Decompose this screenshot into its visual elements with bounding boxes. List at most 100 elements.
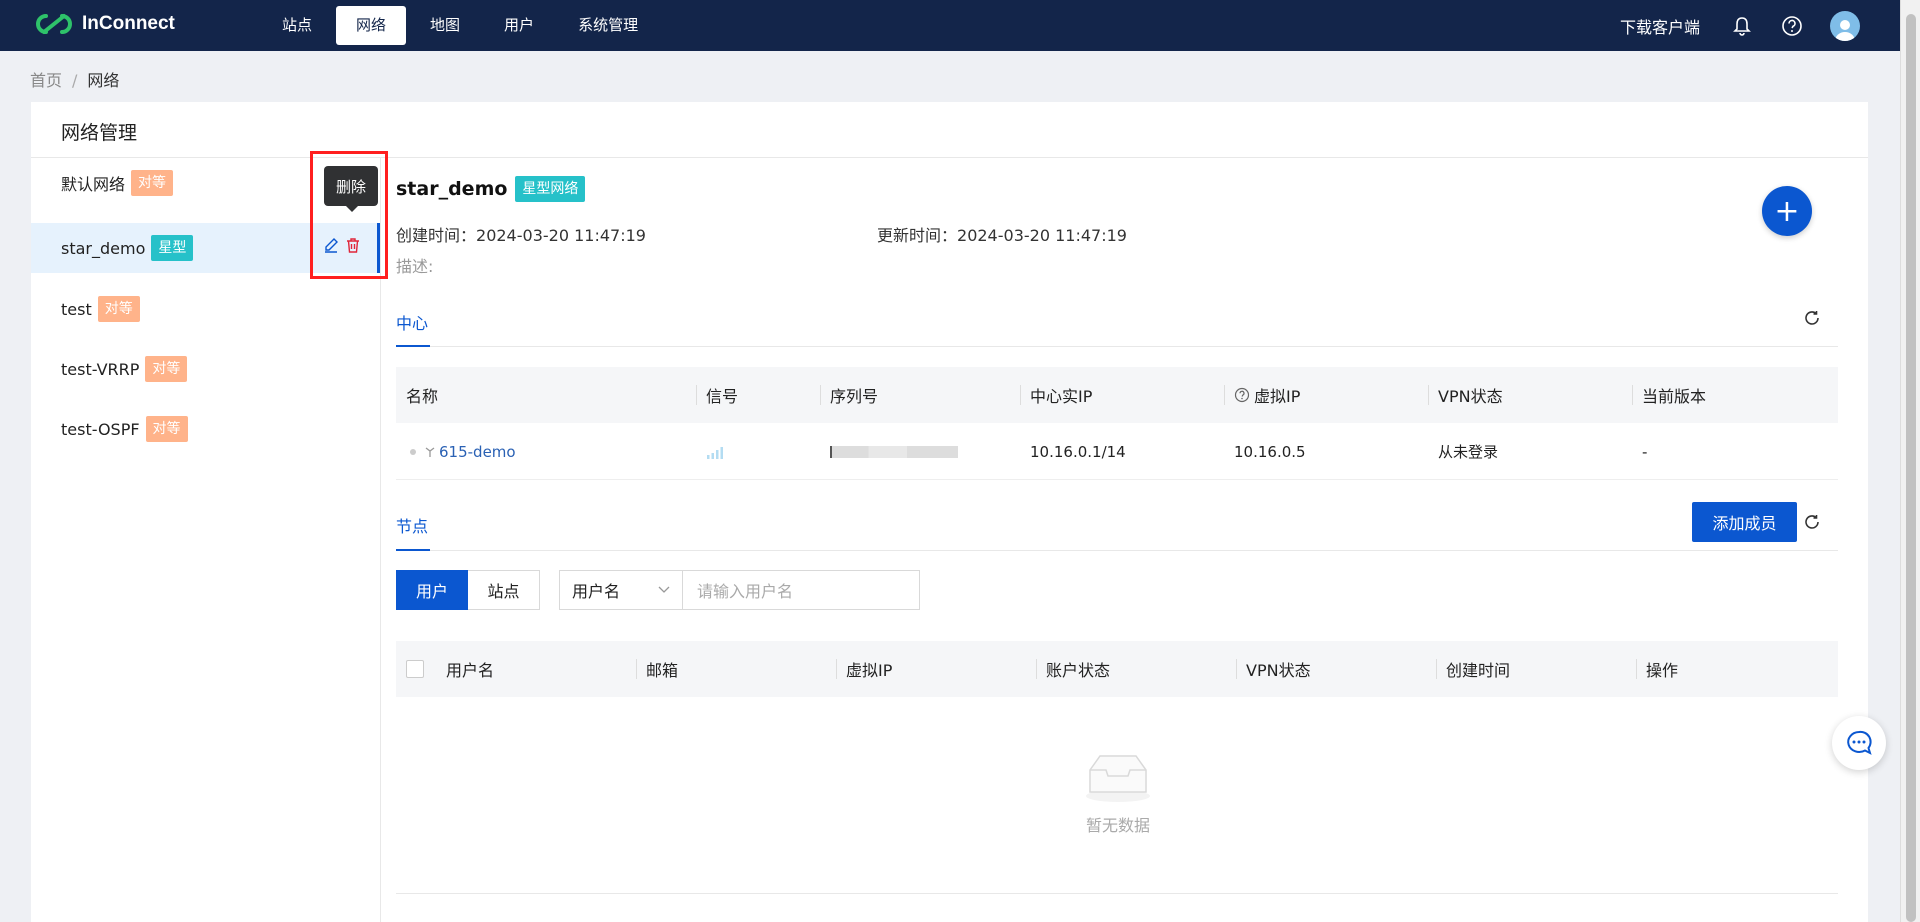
col-real-ip: 中心实IP [1020, 367, 1224, 423]
node-type-switch: 用户 站点 [396, 570, 540, 610]
network-item-test-vrrp[interactable]: test-VRRP 对等 [31, 344, 380, 394]
serial-redacted [830, 445, 958, 458]
user-avatar-icon [1835, 19, 1855, 41]
center-name-cell: 615-demo [396, 424, 696, 480]
nav-item-network[interactable]: 网络 [336, 6, 407, 45]
col-name: 名称 [406, 387, 439, 406]
question-circle-icon[interactable] [1234, 387, 1250, 403]
network-name: test [61, 299, 92, 319]
col-node-virtual-ip: 虚拟IP [836, 641, 1036, 697]
center-table-header: 名称 信号 序列号 中心实IP 虚拟IP VPN状态 当前版本 [396, 367, 1838, 423]
virtual-ip-cell: 10.16.0.5 [1234, 442, 1306, 461]
network-type-tag: 对等 [97, 296, 140, 322]
help-icon[interactable] [1780, 14, 1804, 38]
updated-time-label: 更新时间： [877, 226, 958, 245]
nav-item-system[interactable]: 系统管理 [558, 6, 658, 45]
version-cell: - [1642, 442, 1648, 461]
bell-icon[interactable] [1730, 14, 1754, 38]
chat-bubble-icon [1847, 730, 1872, 755]
breadcrumb-separator: / [72, 71, 78, 90]
network-name: test-VRRP [61, 359, 140, 379]
col-created-time: 创建时间 [1436, 641, 1636, 697]
filter-field-value: 用户名 [572, 582, 621, 601]
inconnect-logo-icon [36, 14, 72, 34]
serial-cell [820, 424, 1020, 480]
delete-tooltip: 删除 [324, 166, 378, 212]
refresh-nodes-icon[interactable] [1802, 512, 1822, 532]
main-nav: 站点 网络 地图 用户 系统管理 [262, 6, 662, 45]
top-navigation-bar: InConnect 站点 网络 地图 用户 系统管理 下载客户端 [0, 0, 1900, 51]
updated-time-value: 2024-03-20 11:47:19 [957, 226, 1127, 245]
col-version: 当前版本 [1632, 367, 1838, 423]
refresh-center-icon[interactable] [1802, 308, 1822, 328]
updated-time: 更新时间：2024-03-20 11:47:19 [877, 222, 1127, 246]
filter-field-select[interactable]: 用户名 [559, 570, 683, 610]
select-all-cell [396, 641, 436, 697]
network-detail-title: star_demo 星型网络 [396, 176, 586, 202]
col-vpn-status: VPN状态 [1428, 367, 1632, 423]
download-client-link[interactable]: 下载客户端 [1620, 14, 1700, 38]
network-type-tag: 星型 [151, 235, 194, 261]
col-account-status: 账户状态 [1036, 641, 1236, 697]
nav-item-users[interactable]: 用户 [484, 6, 554, 45]
created-time-label: 创建时间： [396, 226, 477, 245]
breadcrumb-current: 网络 [87, 71, 120, 90]
user-filter: 用户名 请输入用户名 [559, 570, 920, 610]
center-name-link[interactable]: 615-demo [439, 443, 516, 461]
empty-text: 暂无数据 [1085, 816, 1150, 835]
user-avatar[interactable] [1830, 10, 1860, 41]
col-virtual-ip: 虚拟IP [1224, 367, 1428, 423]
col-username: 用户名 [446, 661, 495, 680]
breadcrumb: 首页 / 网络 [30, 67, 119, 91]
created-time: 创建时间：2024-03-20 11:47:19 [396, 222, 646, 246]
table-row: 615-demo 10.16.0.1/14 10.16.0.5 从未登录 - [396, 424, 1838, 480]
network-type-tag: 对等 [145, 416, 188, 442]
tab-center[interactable]: 中心 [396, 310, 428, 334]
network-detail-tag: 星型网络 [515, 176, 586, 202]
col-actions: 操作 [1636, 641, 1838, 697]
page-scrollbar[interactable] [1900, 0, 1920, 922]
network-type-tag: 对等 [145, 356, 188, 382]
nav-item-map[interactable]: 地图 [410, 6, 480, 45]
nodes-tab-line [396, 550, 1838, 551]
brand-logo[interactable]: InConnect [34, 12, 175, 36]
network-item-test[interactable]: test 对等 [31, 284, 380, 334]
network-name: star_demo [61, 238, 146, 258]
created-time-value: 2024-03-20 11:47:19 [476, 226, 646, 245]
breadcrumb-home[interactable]: 首页 [30, 71, 62, 90]
network-detail-name: star_demo [396, 178, 508, 200]
col-node-vpn-status: VPN状态 [1236, 641, 1436, 697]
real-ip-cell: 10.16.0.1/14 [1030, 442, 1126, 461]
empty-state: 暂无数据 [1060, 748, 1176, 836]
nodes-table-header: 用户名 邮箱 虚拟IP 账户状态 VPN状态 创建时间 操作 [396, 641, 1838, 697]
description-label: 描述: [396, 257, 434, 276]
empty-box-icon [1086, 755, 1150, 802]
table-bottom-line [396, 893, 1838, 894]
brand-name: InConnect [82, 13, 175, 34]
nodes-tab-underline [396, 549, 430, 551]
nav-item-sites[interactable]: 站点 [262, 6, 332, 45]
chat-support-button[interactable] [1832, 716, 1886, 770]
chevron-down-icon [658, 586, 670, 593]
col-email: 邮箱 [636, 641, 836, 697]
status-dot-icon [410, 448, 416, 455]
network-type-tag: 对等 [131, 170, 174, 196]
network-item-test-ospf[interactable]: test-OSPF 对等 [31, 404, 380, 454]
col-serial: 序列号 [820, 367, 1020, 423]
center-tab-underline [396, 345, 430, 347]
tab-nodes[interactable]: 节点 [396, 513, 428, 537]
header-actions: 下载客户端 [1620, 0, 1900, 51]
center-tab-line [396, 346, 1838, 347]
vpn-status-cell: 从未登录 [1438, 443, 1499, 461]
network-name: 默认网络 [61, 175, 126, 194]
select-all-checkbox[interactable] [406, 660, 424, 678]
network-name: test-OSPF [61, 419, 140, 439]
username-search-input[interactable]: 请输入用户名 [683, 570, 920, 610]
scrollbar-thumb[interactable] [1906, 14, 1916, 922]
plus-icon: + [1774, 193, 1800, 229]
col-virtual-ip-label: 虚拟IP [1254, 387, 1301, 406]
add-network-button[interactable]: + [1762, 186, 1812, 236]
seg-users[interactable]: 用户 [396, 570, 468, 610]
seg-sites[interactable]: 站点 [468, 570, 540, 610]
add-member-button[interactable]: 添加成员 [1692, 502, 1797, 542]
